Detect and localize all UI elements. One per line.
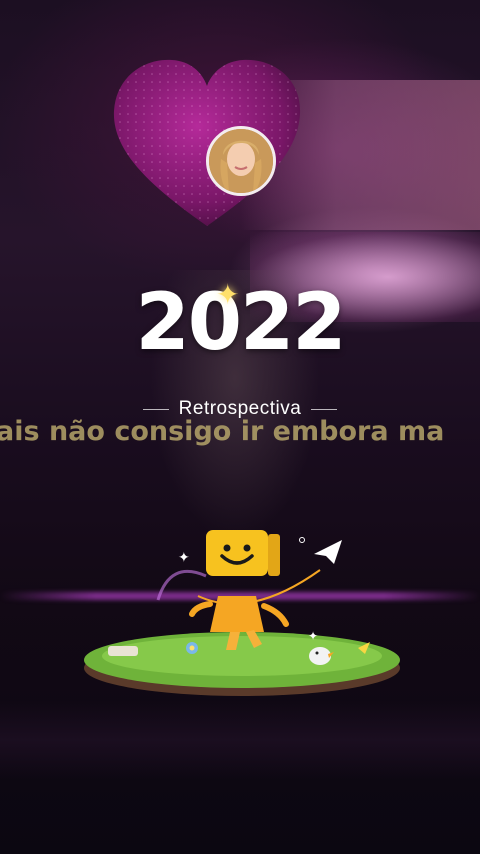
avatar-portrait xyxy=(209,129,273,193)
paper-plane-icon xyxy=(314,540,342,564)
sparkle-icon: ✦ xyxy=(308,629,318,643)
divider-left xyxy=(142,408,169,410)
background-lower-glow xyxy=(0,700,480,780)
mascot-scene: ✦ ✦ xyxy=(84,530,400,696)
fence-icon xyxy=(108,646,138,656)
year-title: 2022 xyxy=(135,278,346,368)
lyrics-caption: ais não consigo ir embora ma xyxy=(0,416,445,447)
flower-icon xyxy=(186,642,198,654)
divider-right xyxy=(311,408,338,410)
heart-icon xyxy=(113,59,301,226)
smiley-box-mascot-icon xyxy=(189,530,289,650)
sparkle-icon: ✦ xyxy=(178,550,190,566)
sparkle-icon: ✦ xyxy=(216,279,240,310)
ring-icon xyxy=(299,537,305,543)
avatar[interactable] xyxy=(206,126,276,196)
